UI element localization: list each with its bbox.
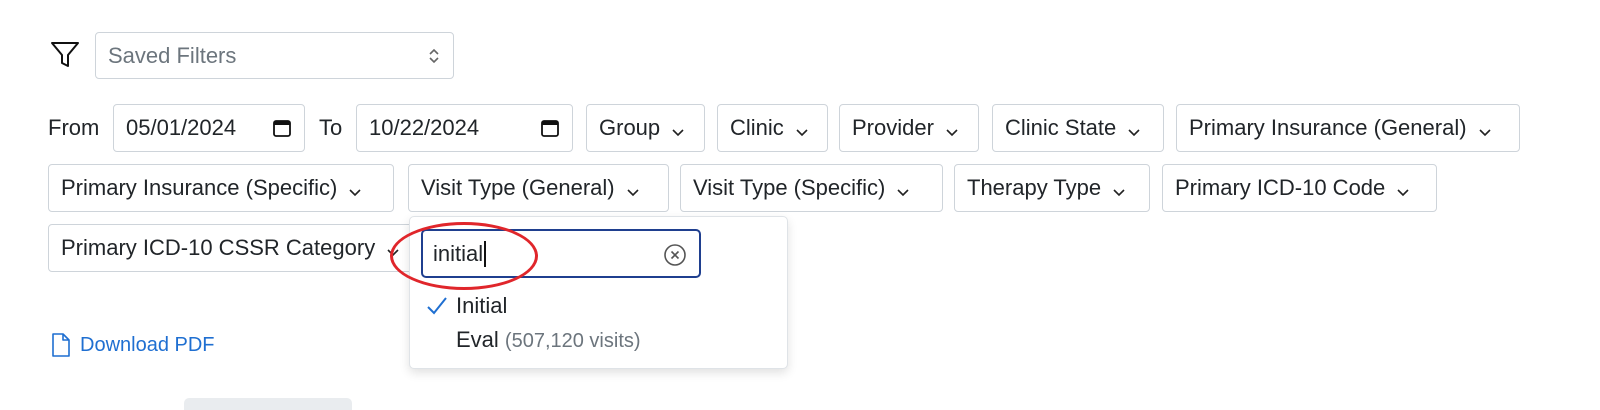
visit-type-general-dropdown[interactable]: Visit Type (General) xyxy=(408,164,669,212)
clear-search-icon[interactable] xyxy=(663,243,687,267)
filter-icon xyxy=(50,40,80,70)
chevron-down-icon xyxy=(625,180,641,197)
chevron-down-icon xyxy=(794,120,810,137)
option-eval-label: Eval xyxy=(456,327,499,352)
toggle-group[interactable] xyxy=(184,398,352,410)
to-date-value: 10/22/2024 xyxy=(369,115,480,140)
chevron-down-icon xyxy=(944,120,960,137)
primary-insurance-specific-label: Primary Insurance (Specific) xyxy=(61,175,338,200)
clinic-state-dropdown-label: Clinic State xyxy=(1005,115,1117,140)
visit-type-general-label: Visit Type (General) xyxy=(421,175,615,200)
from-label: From xyxy=(48,115,100,140)
chevron-down-icon xyxy=(1477,120,1493,137)
primary-icd10-code-label: Primary ICD-10 Code xyxy=(1175,175,1386,200)
saved-filters-placeholder: Saved Filters xyxy=(108,42,237,68)
calendar-icon[interactable] xyxy=(540,118,560,138)
primary-icd10-cssr-category-dropdown[interactable]: Primary ICD-10 CSSR Category xyxy=(48,224,428,272)
clinic-state-dropdown[interactable]: Clinic State xyxy=(992,104,1164,152)
chevron-down-icon xyxy=(385,240,401,257)
primary-insurance-specific-dropdown[interactable]: Primary Insurance (Specific) xyxy=(48,164,394,212)
provider-dropdown[interactable]: Provider xyxy=(839,104,979,152)
chevron-down-icon xyxy=(670,120,686,137)
primary-insurance-general-label: Primary Insurance (General) xyxy=(1189,115,1467,140)
provider-dropdown-label: Provider xyxy=(852,115,934,140)
visit-type-dropdown-menu: initial Initial Eval (507,120 visits) xyxy=(409,216,788,369)
from-date-value: 05/01/2024 xyxy=(126,115,237,140)
option-eval-count: (507,120 visits) xyxy=(504,330,641,352)
chevron-down-icon xyxy=(1126,120,1142,137)
therapy-type-dropdown[interactable]: Therapy Type xyxy=(954,164,1150,212)
primary-insurance-general-dropdown[interactable]: Primary Insurance (General) xyxy=(1176,104,1520,152)
calendar-icon[interactable] xyxy=(272,118,292,138)
document-icon xyxy=(50,332,72,358)
option-eval[interactable]: Eval (507,120 visits) xyxy=(410,323,787,357)
clinic-dropdown[interactable]: Clinic xyxy=(717,104,828,152)
option-eval-text: Eval (507,120 visits) xyxy=(456,327,641,353)
download-pdf-link[interactable]: Download PDF xyxy=(50,330,215,360)
from-date-input[interactable]: 05/01/2024 xyxy=(113,104,305,152)
chevron-down-icon xyxy=(1111,180,1127,197)
primary-icd10-code-dropdown[interactable]: Primary ICD-10 Code xyxy=(1162,164,1437,212)
to-date-input[interactable]: 10/22/2024 xyxy=(356,104,573,152)
group-dropdown-label: Group xyxy=(599,115,661,140)
visit-type-specific-label: Visit Type (Specific) xyxy=(693,175,886,200)
chevron-down-icon xyxy=(347,180,363,197)
therapy-type-label: Therapy Type xyxy=(967,175,1102,200)
option-initial-label: Initial xyxy=(456,293,508,318)
checkmark-icon xyxy=(426,295,448,317)
saved-filters-select[interactable]: Saved Filters xyxy=(95,32,454,79)
chevron-down-icon xyxy=(1395,180,1411,197)
search-text: initial xyxy=(433,240,484,266)
download-pdf-label: Download PDF xyxy=(80,333,215,356)
text-cursor xyxy=(484,240,487,267)
primary-icd10-cssr-category-label: Primary ICD-10 CSSR Category xyxy=(61,235,376,260)
select-arrows-icon xyxy=(427,46,441,66)
group-dropdown[interactable]: Group xyxy=(586,104,705,152)
to-label: To xyxy=(319,115,343,140)
visit-type-search-input[interactable]: initial xyxy=(421,229,701,278)
visit-type-specific-dropdown[interactable]: Visit Type (Specific) xyxy=(680,164,943,212)
clinic-dropdown-label: Clinic xyxy=(730,115,784,140)
option-initial[interactable]: Initial xyxy=(410,289,787,323)
chevron-down-icon xyxy=(895,180,911,197)
